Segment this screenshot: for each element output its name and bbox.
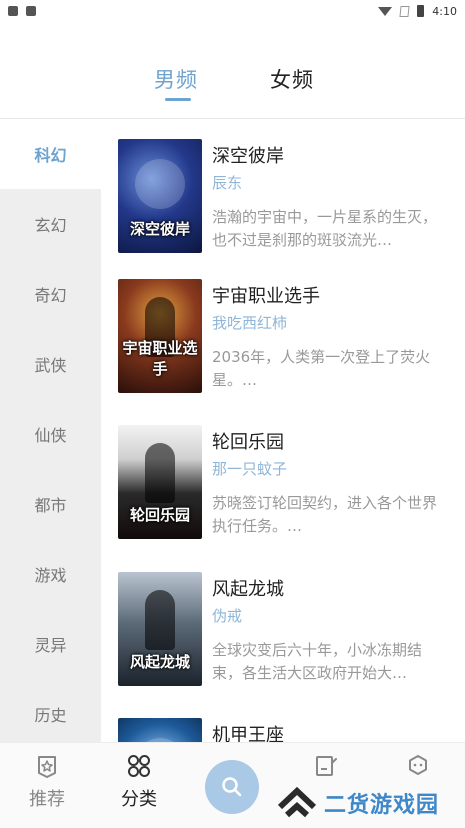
book-author: 辰东 <box>212 174 243 192</box>
status-notifications <box>8 6 36 16</box>
book-author: 伪戒 <box>212 607 243 625</box>
search-icon <box>222 777 242 797</box>
book-title: 宇宙职业选手 <box>212 286 320 307</box>
book-title: 机甲王座 <box>212 725 284 742</box>
book-description: 苏晓签订轮回契约，进入各个世界执行任务。… <box>212 494 438 535</box>
nav-recommend[interactable]: 推荐 <box>17 753 77 811</box>
book-item[interactable]: 深空彼岸 深空彼岸 辰东 浩瀚的宇宙中，一片星系的生灭，也不过是刹那的斑驳流光… <box>101 139 465 279</box>
category-grid-icon <box>126 753 152 779</box>
sidebar-item-xuanhuan[interactable]: 玄幻 <box>0 189 101 259</box>
book-title: 风起龙城 <box>212 579 284 600</box>
notification-icon <box>8 6 18 16</box>
book-cover[interactable]: 风起龙城 <box>118 572 202 686</box>
watermark-text: 二货游戏园 <box>324 793 440 818</box>
book-cover[interactable] <box>118 718 202 742</box>
book-title: 深空彼岸 <box>212 146 284 167</box>
cover-title-text: 深空彼岸 <box>129 220 190 238</box>
book-item[interactable]: 轮回乐园 轮回乐园 那一只蚊子 苏晓签订轮回契约，进入各个世界执行任务。… <box>101 425 465 565</box>
cover-title-text: 风起龙城 <box>129 653 190 671</box>
book-description: 全球灾变后六十年，小冰冻期结束，各生活大区政府开始大… <box>212 641 423 682</box>
sidebar-item-game[interactable]: 游戏 <box>0 539 101 609</box>
profile-icon <box>405 753 431 779</box>
book-item[interactable]: 宇宙职业选手 宇宙职业选手 我吃西红柿 2036年，人类第一次登上了荧火星。… <box>101 279 465 419</box>
cover-art <box>145 590 175 650</box>
app-notification-icon <box>26 6 36 16</box>
search-button[interactable] <box>205 760 259 814</box>
sidebar-item-scifi[interactable]: 科幻 <box>0 119 101 189</box>
book-item[interactable]: 机甲王座 <box>101 718 465 742</box>
tab-female[interactable]: 女频 <box>270 64 314 94</box>
battery-icon <box>417 5 425 17</box>
cover-title-text: 轮回乐园 <box>129 506 190 524</box>
sidebar-item-urban[interactable]: 都市 <box>0 469 101 539</box>
book-cover[interactable]: 深空彼岸 <box>118 139 202 253</box>
active-tab-indicator <box>165 98 191 101</box>
bookshelf-icon <box>313 753 339 779</box>
status-bar: 4:10 <box>0 0 465 22</box>
book-description: 2036年，人类第一次登上了荧火星。… <box>212 348 431 389</box>
nav-profile[interactable] <box>388 753 448 779</box>
star-badge-icon <box>34 753 60 779</box>
book-cover[interactable]: 宇宙职业选手 <box>118 279 202 393</box>
book-description: 浩瀚的宇宙中，一片星系的生灭，也不过是刹那的斑驳流光… <box>212 208 438 249</box>
nav-category[interactable]: 分类 <box>109 753 169 811</box>
status-indicators: 4:10 <box>378 5 457 18</box>
book-title: 轮回乐园 <box>212 432 284 453</box>
sidebar-item-supernatural[interactable]: 灵异 <box>0 609 101 679</box>
book-item[interactable]: 风起龙城 风起龙城 伪戒 全球灾变后六十年，小冰冻期结束，各生活大区政府开始大… <box>101 572 465 712</box>
tab-male[interactable]: 男频 <box>154 64 198 94</box>
sidebar-item-history[interactable]: 历史 <box>0 679 101 742</box>
nav-recommend-label: 推荐 <box>29 789 65 810</box>
cover-title-text: 宇宙职业选手 <box>122 339 198 378</box>
wifi-icon <box>378 6 393 16</box>
status-time: 4:10 <box>432 4 457 18</box>
book-author: 那一只蚊子 <box>212 460 288 478</box>
cover-art <box>145 443 175 503</box>
sidebar-item-xianxia[interactable]: 仙侠 <box>0 399 101 469</box>
watermark: 二货游戏园 <box>276 784 439 822</box>
book-list[interactable]: 深空彼岸 深空彼岸 辰东 浩瀚的宇宙中，一片星系的生灭，也不过是刹那的斑驳流光…… <box>101 119 465 742</box>
watermark-logo-icon <box>277 786 317 818</box>
sim-icon <box>399 5 410 17</box>
sidebar-item-wuxia[interactable]: 武侠 <box>0 329 101 399</box>
sidebar-item-fantasy[interactable]: 奇幻 <box>0 259 101 329</box>
nav-bookshelf[interactable] <box>296 753 356 779</box>
category-sidebar[interactable]: 科幻 玄幻 奇幻 武侠 仙侠 都市 游戏 灵异 历史 <box>0 119 101 742</box>
nav-category-label: 分类 <box>121 789 157 810</box>
cover-art <box>135 159 185 209</box>
book-cover[interactable]: 轮回乐园 <box>118 425 202 539</box>
gender-tabs: 男频 女频 <box>0 55 465 105</box>
book-author: 我吃西红柿 <box>212 314 288 332</box>
